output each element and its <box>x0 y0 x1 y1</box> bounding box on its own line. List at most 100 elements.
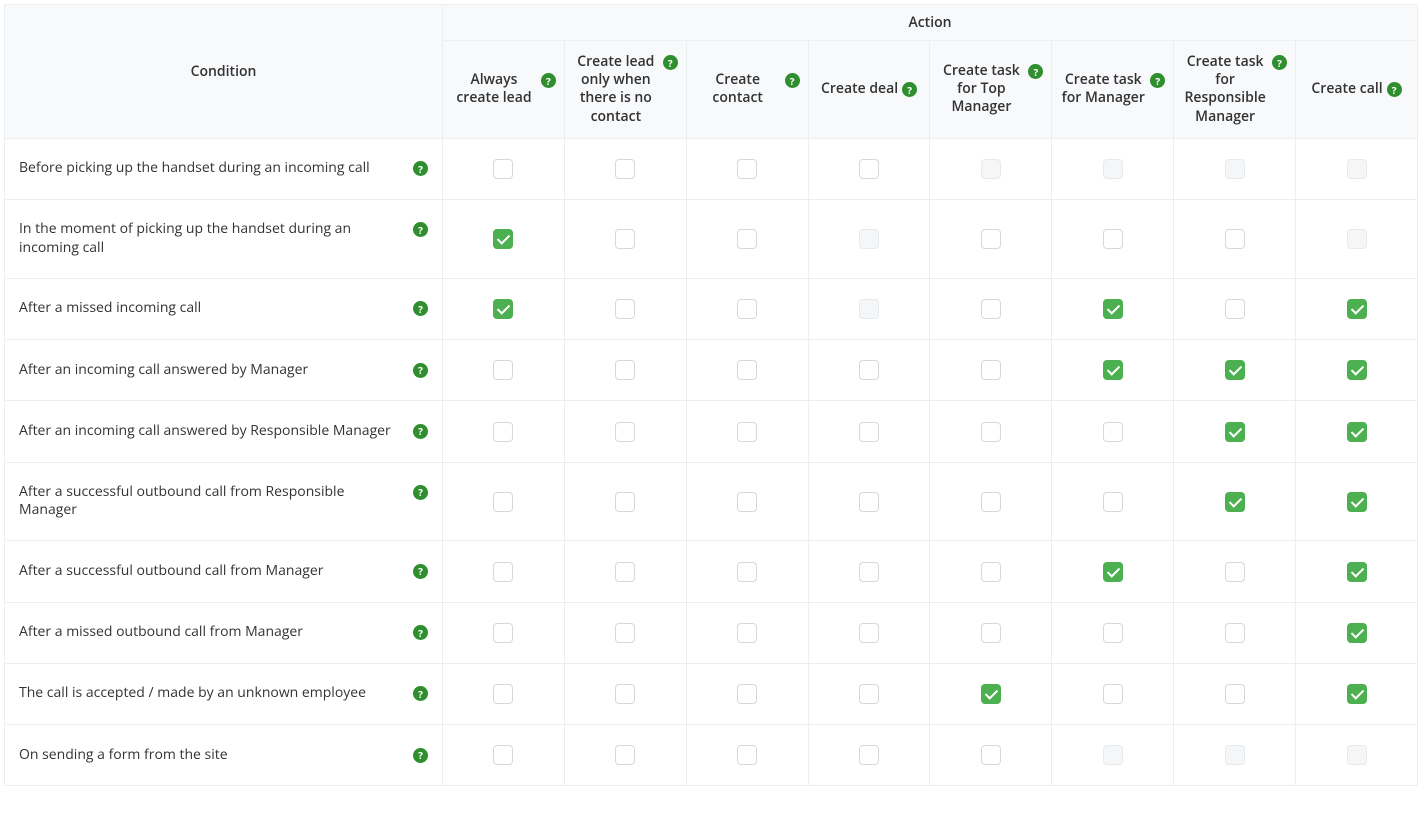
action-checkbox[interactable] <box>1347 299 1367 319</box>
action-checkbox[interactable] <box>1225 684 1245 704</box>
action-checkbox[interactable] <box>493 360 513 380</box>
action-column-header: Create contact <box>686 41 808 139</box>
action-checkbox[interactable] <box>1347 492 1367 512</box>
action-checkbox[interactable] <box>737 159 757 179</box>
action-checkbox[interactable] <box>615 623 635 643</box>
action-checkbox[interactable] <box>493 562 513 582</box>
action-checkbox[interactable] <box>1347 684 1367 704</box>
help-icon[interactable] <box>413 222 428 237</box>
action-checkbox[interactable] <box>981 492 1001 512</box>
action-checkbox[interactable] <box>615 745 635 765</box>
action-checkbox[interactable] <box>981 299 1001 319</box>
help-icon[interactable] <box>785 73 800 88</box>
help-icon[interactable] <box>413 485 428 500</box>
action-checkbox[interactable] <box>737 360 757 380</box>
action-checkbox[interactable] <box>1103 422 1123 442</box>
action-checkbox[interactable] <box>981 229 1001 249</box>
action-checkbox[interactable] <box>1225 422 1245 442</box>
action-checkbox[interactable] <box>615 562 635 582</box>
action-checkbox[interactable] <box>1347 360 1367 380</box>
help-icon[interactable] <box>413 424 428 439</box>
action-checkbox[interactable] <box>615 684 635 704</box>
help-icon[interactable] <box>1272 55 1287 70</box>
action-checkbox[interactable] <box>737 745 757 765</box>
action-cell <box>443 138 565 199</box>
action-checkbox[interactable] <box>859 492 879 512</box>
help-icon[interactable] <box>902 82 917 97</box>
action-checkbox[interactable] <box>981 745 1001 765</box>
action-checkbox[interactable] <box>737 299 757 319</box>
action-checkbox[interactable] <box>615 229 635 249</box>
action-cell <box>808 340 930 401</box>
action-checkbox[interactable] <box>859 159 879 179</box>
action-checkbox[interactable] <box>1103 684 1123 704</box>
help-icon[interactable] <box>413 748 428 763</box>
action-checkbox[interactable] <box>493 492 513 512</box>
action-checkbox[interactable] <box>981 684 1001 704</box>
help-icon[interactable] <box>1387 82 1402 97</box>
action-checkbox[interactable] <box>493 745 513 765</box>
help-icon[interactable] <box>413 564 428 579</box>
action-cell <box>1296 663 1418 724</box>
action-checkbox[interactable] <box>493 299 513 319</box>
action-checkbox[interactable] <box>737 684 757 704</box>
action-checkbox[interactable] <box>615 299 635 319</box>
help-icon[interactable] <box>413 161 428 176</box>
action-checkbox[interactable] <box>615 492 635 512</box>
action-checkbox[interactable] <box>1225 562 1245 582</box>
action-checkbox[interactable] <box>1103 360 1123 380</box>
action-checkbox <box>1103 745 1123 765</box>
action-checkbox[interactable] <box>737 492 757 512</box>
action-checkbox[interactable] <box>1103 299 1123 319</box>
help-icon[interactable] <box>413 625 428 640</box>
action-checkbox[interactable] <box>493 159 513 179</box>
action-checkbox[interactable] <box>859 562 879 582</box>
action-checkbox[interactable] <box>1347 422 1367 442</box>
action-checkbox[interactable] <box>859 623 879 643</box>
action-checkbox[interactable] <box>493 684 513 704</box>
action-checkbox[interactable] <box>981 562 1001 582</box>
help-icon[interactable] <box>1028 64 1043 79</box>
action-checkbox[interactable] <box>493 229 513 249</box>
help-icon[interactable] <box>541 73 556 88</box>
action-checkbox[interactable] <box>1347 623 1367 643</box>
action-checkbox[interactable] <box>1103 623 1123 643</box>
action-checkbox[interactable] <box>1103 492 1123 512</box>
action-checkbox <box>981 159 1001 179</box>
help-icon[interactable] <box>413 301 428 316</box>
action-checkbox[interactable] <box>1225 360 1245 380</box>
action-checkbox[interactable] <box>615 360 635 380</box>
condition-label: After an incoming call answered by Respo… <box>19 422 391 441</box>
action-cell <box>930 725 1052 786</box>
action-checkbox[interactable] <box>615 422 635 442</box>
action-checkbox[interactable] <box>1347 562 1367 582</box>
action-cell <box>1052 462 1174 541</box>
action-checkbox[interactable] <box>737 229 757 249</box>
action-checkbox[interactable] <box>859 422 879 442</box>
action-cell <box>1052 278 1174 339</box>
action-checkbox[interactable] <box>737 623 757 643</box>
table-row: After a successful outbound call from Re… <box>5 462 1418 541</box>
action-checkbox[interactable] <box>493 623 513 643</box>
action-checkbox[interactable] <box>859 684 879 704</box>
help-icon[interactable] <box>663 55 678 70</box>
action-checkbox[interactable] <box>1225 229 1245 249</box>
action-checkbox[interactable] <box>737 422 757 442</box>
action-checkbox[interactable] <box>981 360 1001 380</box>
help-icon[interactable] <box>413 363 428 378</box>
action-checkbox[interactable] <box>1225 623 1245 643</box>
action-checkbox[interactable] <box>981 422 1001 442</box>
action-checkbox[interactable] <box>859 745 879 765</box>
help-icon[interactable] <box>413 686 428 701</box>
action-checkbox[interactable] <box>1225 299 1245 319</box>
action-checkbox[interactable] <box>737 562 757 582</box>
action-checkbox[interactable] <box>981 623 1001 643</box>
action-checkbox[interactable] <box>615 159 635 179</box>
action-checkbox[interactable] <box>1103 229 1123 249</box>
action-cell <box>1174 200 1296 279</box>
action-checkbox[interactable] <box>493 422 513 442</box>
action-checkbox[interactable] <box>1225 492 1245 512</box>
help-icon[interactable] <box>1150 73 1165 88</box>
action-checkbox[interactable] <box>1103 562 1123 582</box>
action-checkbox[interactable] <box>859 360 879 380</box>
